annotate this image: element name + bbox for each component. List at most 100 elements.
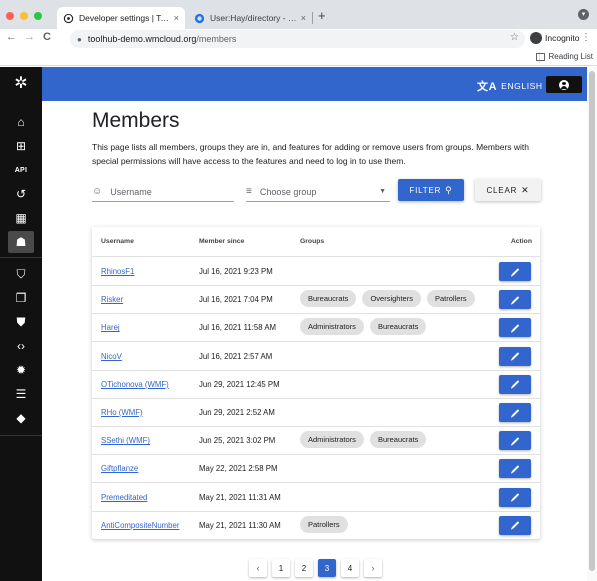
username-link[interactable]: Premeditated bbox=[101, 493, 147, 502]
tab-close-icon[interactable]: × bbox=[174, 13, 179, 23]
settings-gear-icon[interactable]: ✹ bbox=[8, 359, 34, 381]
privacy-icon[interactable]: ⛉ bbox=[8, 263, 34, 285]
clear-button-label: CLEAR bbox=[486, 185, 518, 195]
toolhub-logo-icon[interactable]: ✲ bbox=[12, 75, 30, 93]
username-link[interactable]: Giftpflanze bbox=[101, 464, 138, 473]
home-icon[interactable]: ⌂ bbox=[8, 111, 34, 133]
browser-tab-wikitech[interactable]: User:Hay/directory - Wikitech × bbox=[188, 7, 312, 29]
code-icon[interactable]: ‹› bbox=[8, 335, 34, 357]
filter-lines-icon: ≡ bbox=[246, 186, 252, 197]
username-link[interactable]: RHo (WMF) bbox=[101, 408, 143, 417]
previous-page-button[interactable]: ‹ bbox=[249, 559, 267, 577]
document-icon[interactable]: ☰ bbox=[8, 383, 34, 405]
edit-member-button[interactable] bbox=[499, 318, 531, 338]
page-button-4[interactable]: 4 bbox=[341, 559, 359, 577]
sidebar-divider bbox=[0, 435, 42, 436]
member-since-date: Jun 29, 2021 2:52 AM bbox=[199, 408, 275, 417]
username-link[interactable]: Risker bbox=[101, 295, 123, 304]
bug-report-icon[interactable]: ⛊ bbox=[8, 311, 34, 333]
edit-member-button[interactable] bbox=[499, 487, 531, 507]
filter-button-label: FILTER bbox=[409, 185, 442, 195]
reading-list-button[interactable]: Reading List bbox=[535, 52, 593, 61]
page-title: Members bbox=[92, 109, 180, 132]
group-placeholder: Choose group bbox=[259, 186, 317, 197]
table-row: NicoV Jul 16, 2021 2:57 AM bbox=[92, 342, 540, 371]
clear-button[interactable]: CLEAR ✕ bbox=[475, 179, 541, 201]
username-field[interactable]: ☺ Username bbox=[92, 182, 234, 202]
window-close-button[interactable] bbox=[6, 12, 14, 20]
forward-button[interactable]: → bbox=[24, 31, 35, 43]
username-link[interactable]: AntiCompositeNumber bbox=[101, 521, 179, 530]
app-header: 文A ENGLISH bbox=[42, 67, 587, 101]
header-groups: Groups bbox=[300, 238, 325, 245]
back-button[interactable]: ← bbox=[6, 31, 17, 43]
edit-member-button[interactable] bbox=[499, 403, 531, 422]
filter-button[interactable]: FILTER ⚲ bbox=[398, 179, 464, 201]
edit-member-button[interactable] bbox=[499, 459, 531, 479]
username-link[interactable]: OTichonova (WMF) bbox=[101, 380, 169, 389]
incognito-icon bbox=[530, 32, 542, 44]
username-link[interactable]: Harej bbox=[101, 323, 120, 332]
username-link[interactable]: RhinosF1 bbox=[101, 267, 134, 276]
members-icon[interactable]: ☗ bbox=[8, 231, 34, 253]
language-button[interactable]: 文A ENGLISH bbox=[477, 78, 543, 94]
member-since-date: Jun 25, 2021 3:02 PM bbox=[199, 436, 276, 446]
window-maximize-button[interactable] bbox=[34, 12, 42, 20]
page-button-1[interactable]: 1 bbox=[272, 559, 290, 577]
toolhub-favicon-icon bbox=[63, 13, 74, 23]
next-page-button[interactable]: › bbox=[364, 559, 382, 577]
address-bar[interactable]: ● toolhub-demo.wmcloud.org/members ☆ bbox=[70, 30, 525, 48]
user-menu-button[interactable] bbox=[546, 76, 582, 93]
group-select[interactable]: ≡ Choose group ▼ bbox=[246, 182, 390, 202]
member-since-date: Jul 16, 2021 2:57 AM bbox=[199, 351, 273, 361]
feedback-icon[interactable]: ❐ bbox=[8, 287, 34, 309]
tab-search-icon[interactable]: ▾ bbox=[578, 9, 589, 20]
bookmark-star-icon[interactable]: ☆ bbox=[510, 32, 519, 43]
edit-member-button[interactable] bbox=[499, 515, 531, 535]
group-chip: Patrollers bbox=[426, 290, 475, 308]
reload-button[interactable]: C bbox=[43, 31, 51, 43]
page-button-2[interactable]: 2 bbox=[295, 559, 313, 577]
pencil-icon bbox=[511, 324, 519, 332]
edit-member-button[interactable] bbox=[499, 431, 531, 451]
browser-menu-icon[interactable]: ⋮ bbox=[581, 32, 591, 43]
new-tab-button[interactable]: + bbox=[318, 8, 326, 23]
table-row: SSethi (WMF) Jun 25, 2021 3:02 PM Administ… bbox=[92, 426, 540, 456]
username-link[interactable]: NicoV bbox=[101, 352, 122, 361]
member-since-date: Jul 16, 2021 11:58 AM bbox=[199, 323, 277, 333]
username-link[interactable]: SSethi (WMF) bbox=[101, 436, 150, 445]
api-icon[interactable]: API bbox=[8, 159, 34, 181]
pencil-icon bbox=[511, 352, 519, 360]
window-minimize-button[interactable] bbox=[20, 12, 28, 20]
member-since-date: May 21, 2021 11:31 AM bbox=[199, 492, 281, 502]
browser-tab-toolhub[interactable]: Developer settings | Toolhub × bbox=[57, 7, 185, 29]
directions-icon[interactable]: ◆ bbox=[8, 407, 34, 429]
history-icon[interactable]: ↺ bbox=[8, 183, 34, 205]
add-tool-icon[interactable]: ⊞ bbox=[8, 135, 34, 157]
edit-member-button[interactable] bbox=[499, 374, 531, 394]
edit-member-button[interactable] bbox=[499, 262, 531, 281]
incognito-profile-button[interactable]: Incognito bbox=[530, 32, 580, 44]
table-header: Username Member since Groups Action bbox=[92, 227, 540, 257]
bookmarks-bar: Reading List bbox=[0, 49, 597, 66]
tab-close-icon[interactable]: × bbox=[301, 13, 306, 23]
main-content: Members This page lists all members, gro… bbox=[42, 101, 587, 581]
table-row: Giftpflanze May 22, 2021 2:58 PM bbox=[92, 454, 540, 484]
language-label: ENGLISH bbox=[501, 81, 543, 91]
page-scrollbar[interactable] bbox=[587, 67, 597, 581]
edit-member-button[interactable] bbox=[499, 290, 531, 310]
table-row: AntiCompositeNumber May 21, 2021 11:30 AM… bbox=[92, 511, 540, 540]
edit-member-button[interactable] bbox=[499, 346, 531, 366]
scrollbar-thumb[interactable] bbox=[589, 71, 595, 571]
pencil-icon bbox=[511, 380, 519, 389]
page-button-3[interactable]: 3 bbox=[318, 559, 336, 577]
dropdown-caret-icon: ▼ bbox=[379, 188, 386, 195]
qr-code-icon[interactable]: ▦ bbox=[8, 207, 34, 229]
group-chips: Administrators Bureaucrats bbox=[300, 318, 432, 336]
group-chip: Administrators bbox=[300, 318, 364, 336]
header-username[interactable]: Username bbox=[101, 238, 134, 245]
group-chip: Administrators bbox=[300, 431, 364, 449]
header-member-since[interactable]: Member since bbox=[199, 238, 244, 245]
pencil-icon bbox=[511, 295, 519, 304]
table-row: Premeditated May 21, 2021 11:31 AM bbox=[92, 483, 540, 512]
